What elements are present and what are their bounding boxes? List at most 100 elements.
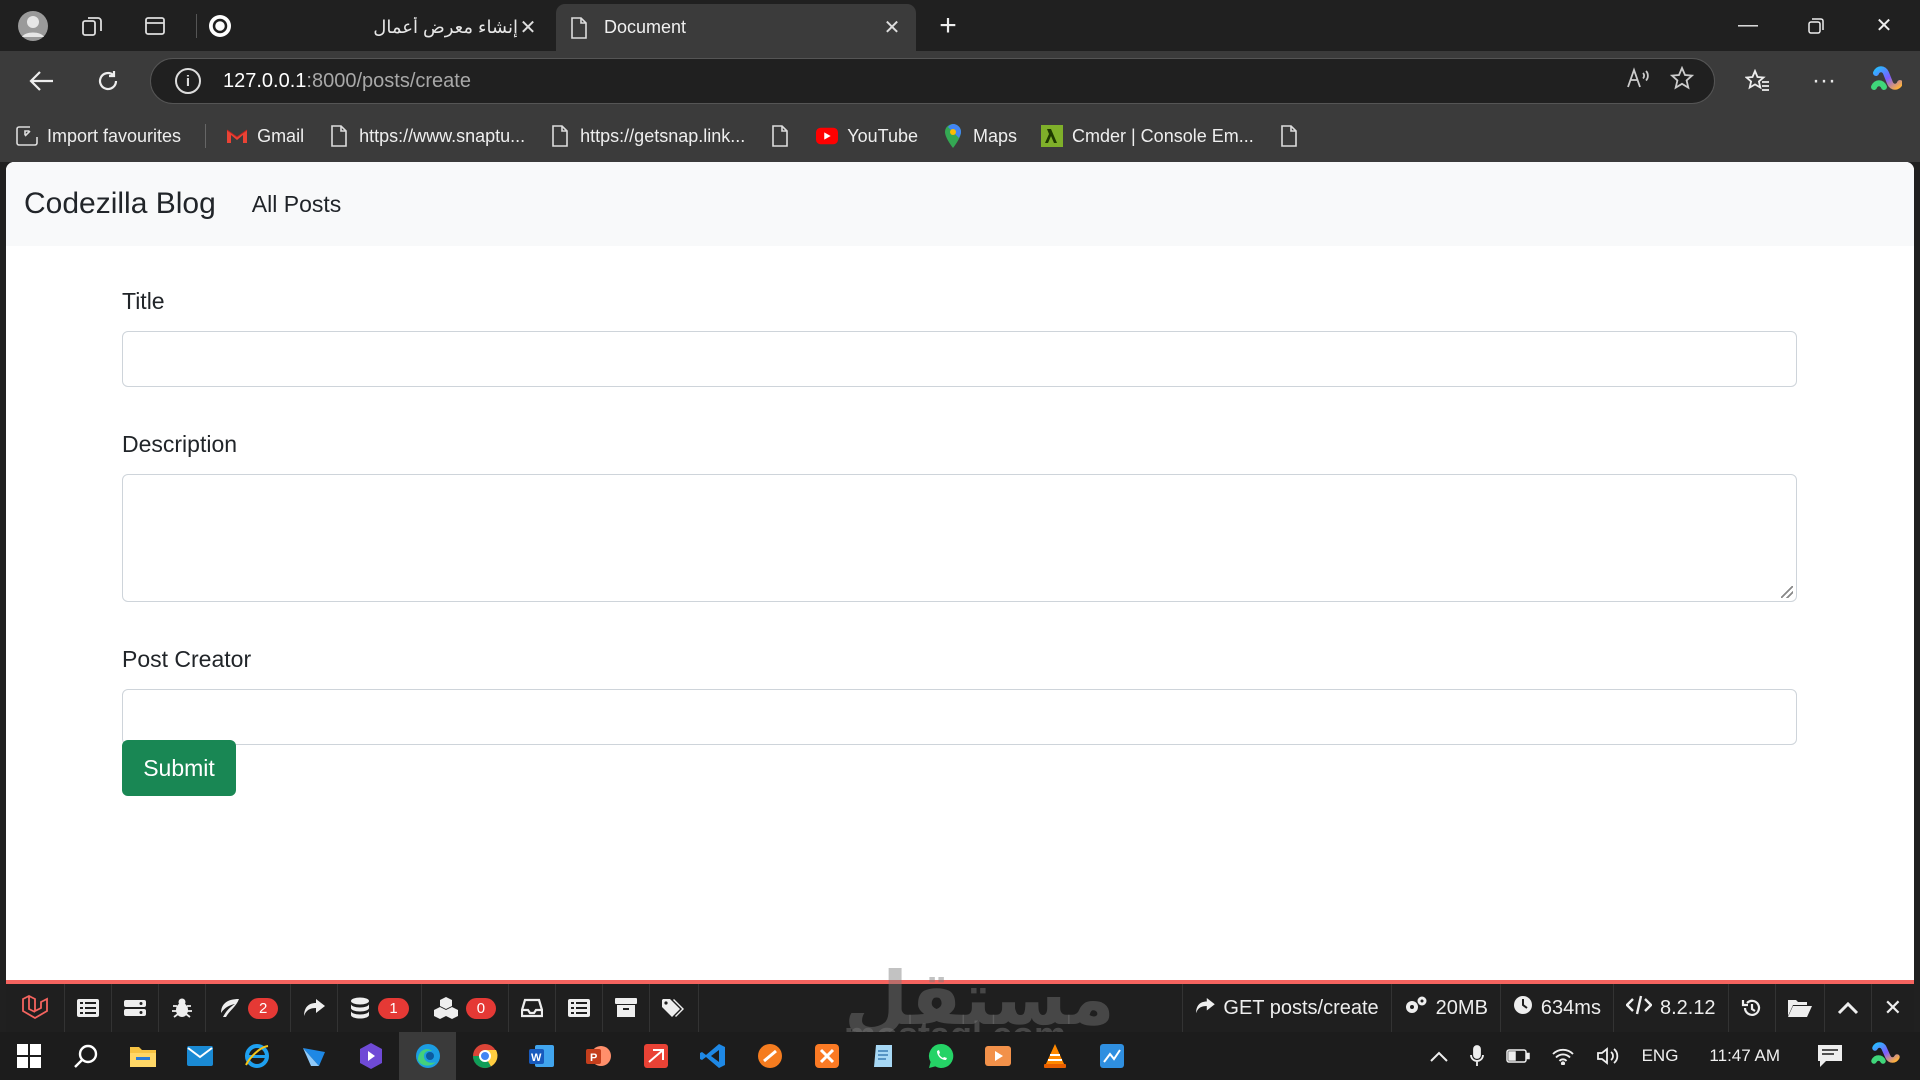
queries-count-badge: 1 (378, 997, 409, 1019)
close-icon[interactable]: ✕ (882, 15, 902, 40)
bookmark-gmail[interactable]: Gmail (226, 125, 304, 147)
clock[interactable]: 11:47 AM (1689, 1046, 1800, 1066)
debugbar-route[interactable]: GET posts/create (1182, 984, 1390, 1032)
models-count-badge: 0 (465, 997, 497, 1019)
battery-icon[interactable] (1495, 1049, 1541, 1063)
wifi-icon[interactable] (1541, 1047, 1585, 1065)
xampp-icon[interactable] (798, 1032, 855, 1080)
bookmark-getsnap[interactable]: https://getsnap.link... (549, 125, 745, 147)
maps-icon (942, 124, 964, 148)
restore-icon[interactable] (1783, 0, 1849, 51)
post-creator-input[interactable] (122, 689, 1797, 745)
new-tab-button[interactable]: + (930, 8, 966, 44)
views-list-icon[interactable] (556, 984, 604, 1032)
messages-icon[interactable] (65, 984, 112, 1032)
edge-icon[interactable] (399, 1032, 456, 1080)
exceptions-bug-icon[interactable] (159, 984, 206, 1032)
tab-title: Document (604, 17, 687, 37)
nav-link-all-posts[interactable]: All Posts (252, 191, 341, 218)
create-post-form: Title Description Post Creator Submit (122, 246, 1804, 796)
url-text[interactable]: 127.0.0.1:8000/posts/create (223, 70, 1616, 93)
debugbar-php-version[interactable]: 8.2.12 (1612, 984, 1728, 1032)
bookmark-import-favourites[interactable]: Import favourites (16, 125, 181, 147)
bookmark-cmder[interactable]: Cmder | Console Em... (1041, 125, 1254, 147)
bookmark-maps[interactable]: Maps (942, 124, 1017, 148)
bookmark-untitled[interactable] (769, 125, 800, 147)
favorite-star-icon[interactable] (1660, 65, 1704, 96)
app-blue-icon[interactable] (1083, 1032, 1140, 1080)
description-label: Description (122, 431, 238, 457)
volume-icon[interactable] (1585, 1046, 1631, 1066)
bookmark-untitled-2[interactable] (1278, 125, 1309, 147)
cache-archive-icon[interactable] (603, 984, 651, 1032)
description-textarea[interactable] (122, 474, 1797, 602)
route-arrow-icon (1195, 997, 1216, 1020)
mail-inbox-icon[interactable] (509, 984, 557, 1032)
debugbar-time[interactable]: 634ms (1499, 984, 1613, 1032)
vscode-icon[interactable] (684, 1032, 741, 1080)
copilot-tray-icon[interactable] (1860, 1042, 1920, 1070)
media-player-icon[interactable] (969, 1032, 1026, 1080)
microphone-icon[interactable] (1459, 1045, 1495, 1067)
tab-portfolio[interactable]: إنشاء معرض أعمال ✕ (346, 4, 552, 51)
close-window-icon[interactable]: ✕ (1851, 0, 1917, 51)
site-info-icon[interactable]: i (175, 68, 201, 94)
favorites-icon[interactable] (1740, 63, 1776, 99)
bookmark-label: https://getsnap.link... (580, 125, 746, 146)
models-cubes-icon[interactable]: 0 (422, 984, 510, 1032)
sublime-icon[interactable] (741, 1032, 798, 1080)
tags-icon[interactable] (650, 984, 700, 1032)
close-debugbar-icon[interactable]: ✕ (1870, 984, 1914, 1032)
bookmark-youtube[interactable]: YouTube (816, 125, 918, 147)
history-icon[interactable] (1727, 984, 1775, 1032)
app-icon[interactable] (285, 1032, 342, 1080)
gmail-icon (226, 125, 248, 147)
brand-link[interactable]: Codezilla Blog (24, 187, 216, 221)
profile-avatar-icon[interactable] (17, 10, 49, 42)
copilot-icon[interactable] (1868, 63, 1904, 99)
bookmark-label: https://www.snaptu... (359, 125, 526, 146)
app-red-icon[interactable] (627, 1032, 684, 1080)
back-icon[interactable] (24, 63, 60, 99)
internet-explorer-icon[interactable] (228, 1032, 285, 1080)
chevron-up-icon[interactable] (1823, 984, 1871, 1032)
open-folder-icon[interactable] (1774, 984, 1824, 1032)
bookmark-snaptube[interactable]: https://www.snaptu... (328, 125, 525, 147)
reload-icon[interactable] (90, 63, 126, 99)
workspaces-icon[interactable] (76, 10, 108, 42)
powerpoint-icon[interactable]: P (570, 1032, 627, 1080)
redirect-arrow-icon[interactable] (291, 984, 339, 1032)
language-indicator[interactable]: ENG (1631, 1046, 1690, 1066)
chevron-up-icon[interactable] (1419, 1050, 1459, 1062)
notepad-icon[interactable] (855, 1032, 912, 1080)
tab-document[interactable]: Document ✕ (556, 4, 916, 51)
title-input[interactable] (122, 331, 1797, 387)
minimize-icon[interactable]: — (1715, 0, 1781, 51)
notifications-icon[interactable] (1800, 1045, 1860, 1067)
file-explorer-icon[interactable] (114, 1032, 171, 1080)
windows-start-icon[interactable] (0, 1032, 57, 1080)
close-icon[interactable]: ✕ (518, 15, 538, 40)
tab-actions-icon[interactable] (139, 10, 171, 42)
debugbar-memory[interactable]: 20MB (1390, 984, 1500, 1032)
app-hexagon-icon[interactable] (342, 1032, 399, 1080)
word-icon[interactable]: W (513, 1032, 570, 1080)
chatgpt-icon[interactable] (204, 10, 236, 42)
submit-button[interactable]: Submit (122, 740, 236, 796)
routes-count-badge: 2 (248, 997, 279, 1019)
vlc-icon[interactable] (1026, 1032, 1083, 1080)
php-version-text: 8.2.12 (1659, 996, 1716, 1019)
resize-handle-icon[interactable] (1781, 586, 1793, 598)
mail-icon[interactable] (171, 1032, 228, 1080)
more-options-icon[interactable]: ··· (1806, 63, 1842, 99)
read-aloud-icon[interactable] (1616, 67, 1660, 95)
database-icon[interactable]: 1 (338, 984, 422, 1032)
address-bar[interactable]: i 127.0.0.1:8000/posts/create (150, 58, 1715, 104)
request-icon[interactable] (112, 984, 159, 1032)
search-icon[interactable] (57, 1032, 114, 1080)
routes-leaf-icon[interactable]: 2 (206, 984, 292, 1032)
site-navbar: Codezilla Blog All Posts (6, 162, 1914, 246)
whatsapp-icon[interactable] (912, 1032, 969, 1080)
laravel-logo-icon[interactable] (6, 984, 65, 1032)
chrome-icon[interactable] (456, 1032, 513, 1080)
